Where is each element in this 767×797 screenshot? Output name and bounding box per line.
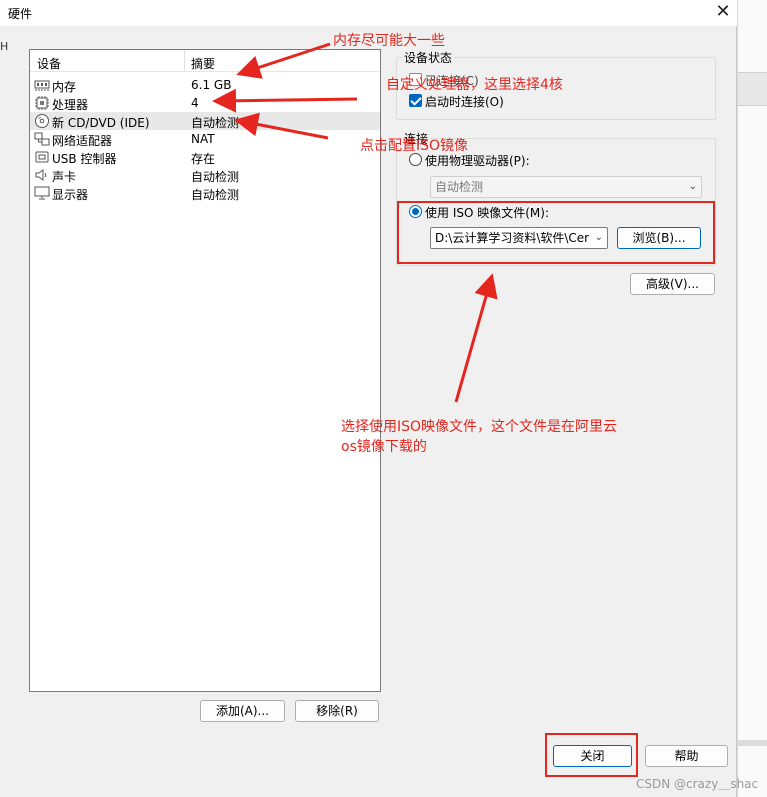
device-name: 声卡 — [52, 170, 77, 184]
sound-card-icon — [35, 169, 47, 181]
remove-button[interactable]: 移除(R) — [295, 700, 379, 722]
usb-icon — [35, 151, 49, 163]
network-adapter-icon — [34, 132, 50, 146]
processor-icon — [35, 96, 49, 110]
column-separator[interactable] — [184, 50, 185, 72]
close-icon[interactable]: ✕ — [711, 1, 735, 23]
device-name: 新 CD/DVD (IDE) — [52, 116, 150, 130]
device-row-network-adapter[interactable]: 网络适配器 NAT — [30, 130, 380, 148]
device-summary: 4 — [191, 96, 199, 110]
device-summary: 6.1 GB — [191, 78, 232, 92]
connect-at-power-on-checkbox[interactable] — [409, 94, 422, 107]
device-row-memory[interactable]: 内存 6.1 GB — [30, 76, 380, 94]
device-summary: NAT — [191, 132, 215, 146]
connect-at-power-on-label: 启动时连接(O) — [425, 95, 504, 109]
physical-drive-select[interactable]: 自动检测 ⌄ — [430, 176, 702, 198]
device-row-processor[interactable]: 处理器 4 — [30, 94, 380, 112]
device-summary: 自动检测 — [191, 116, 240, 130]
display-icon — [34, 186, 50, 200]
background-window-band — [738, 740, 767, 746]
device-summary: 自动检测 — [191, 188, 240, 202]
background-window-band — [738, 72, 767, 106]
device-name: USB 控制器 — [52, 152, 117, 166]
hardware-dialog: 硬件 ✕ H 设备 摘要 内存 6.1 GB 处理器 4 新 CD/DVD (I… — [0, 0, 737, 797]
annotation-memory: 内存尽可能大一些 — [333, 33, 445, 49]
annotation-iso-file-line2: os镜像下载的 — [341, 439, 427, 455]
column-header-device[interactable]: 设备 — [37, 55, 61, 72]
annotation-processor: 自定义处理器，这里选择4核 — [386, 77, 563, 93]
device-list[interactable]: 设备 摘要 内存 6.1 GB 处理器 4 新 CD/DVD (IDE) 自动检… — [29, 49, 381, 692]
chevron-down-icon: ⌄ — [688, 181, 697, 192]
dialog-title: 硬件 — [8, 7, 33, 21]
column-header-summary[interactable]: 摘要 — [191, 55, 215, 72]
device-status-title: 设备状态 — [402, 49, 455, 66]
background-window — [737, 0, 767, 797]
device-list-header: 设备 摘要 — [30, 50, 380, 72]
device-name: 处理器 — [52, 98, 89, 112]
device-row-sound-card[interactable]: 声卡 自动检测 — [30, 166, 380, 184]
device-row-display[interactable]: 显示器 自动检测 — [30, 184, 380, 202]
device-summary: 自动检测 — [191, 170, 240, 184]
physical-drive-value: 自动检测 — [435, 180, 484, 194]
device-row-usb-controller[interactable]: USB 控制器 存在 — [30, 148, 380, 166]
device-name: 显示器 — [52, 188, 89, 202]
watermark: CSDN @crazy＿shac — [636, 777, 759, 791]
advanced-button[interactable]: 高级(V)... — [630, 273, 715, 295]
device-summary: 存在 — [191, 152, 216, 166]
memory-icon — [34, 80, 50, 91]
iso-highlight-box — [397, 201, 715, 264]
add-button[interactable]: 添加(A)... — [200, 700, 285, 722]
annotation-iso-config: 点击配置ISO镜像 — [360, 138, 469, 154]
cd-dvd-icon — [35, 114, 49, 128]
device-name: 内存 — [52, 80, 77, 94]
help-button[interactable]: 帮助 — [645, 745, 728, 767]
device-row-cd-dvd[interactable]: 新 CD/DVD (IDE) 自动检测 — [30, 112, 380, 130]
annotation-iso-file-line1: 选择使用ISO映像文件，这个文件是在阿里云 — [341, 419, 618, 435]
background-window-text: H — [0, 40, 8, 53]
close-highlight-box — [545, 733, 638, 777]
device-name: 网络适配器 — [52, 134, 113, 148]
title-bar: 硬件 ✕ — [0, 0, 737, 26]
